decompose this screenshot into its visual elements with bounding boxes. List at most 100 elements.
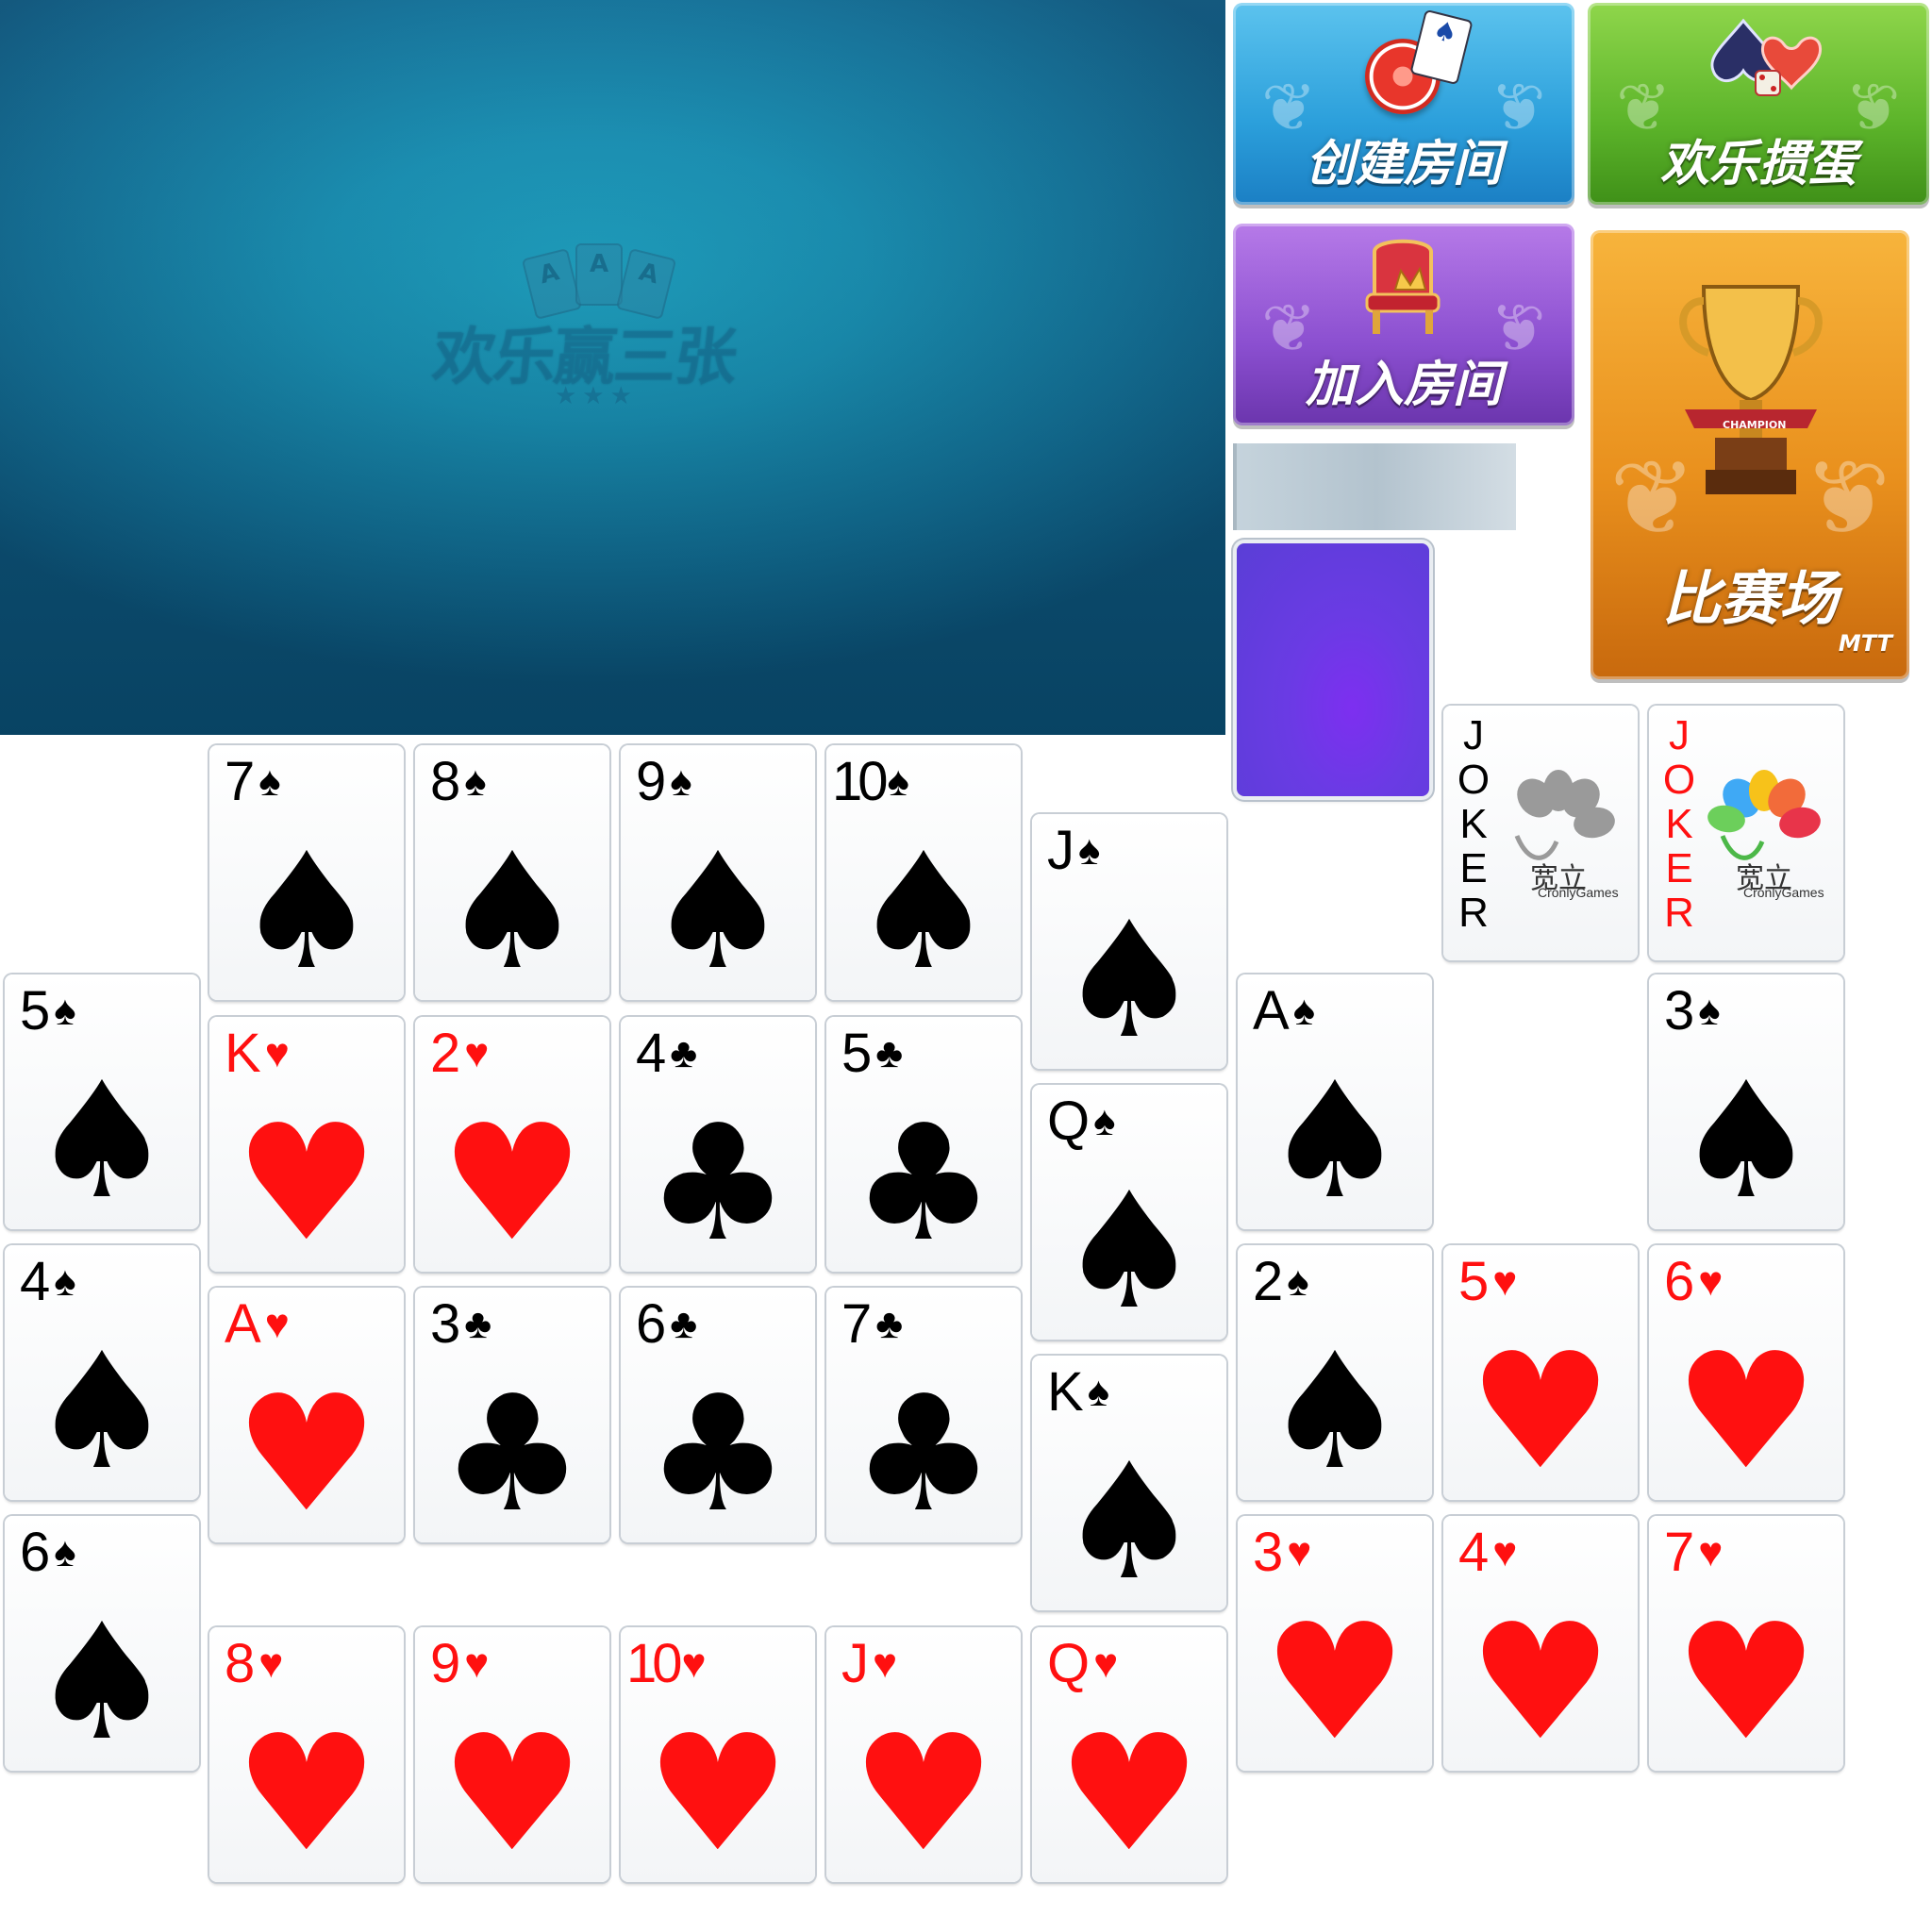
- card-rank: Q: [1047, 1091, 1091, 1152]
- playing-card-7-club[interactable]: 7 ♣ ♣: [826, 1288, 1021, 1542]
- spade-icon: ♠: [54, 1258, 76, 1305]
- card-index: A ♥: [225, 1291, 290, 1357]
- heart-icon: ♥: [264, 1030, 290, 1076]
- playing-card-7-heart[interactable]: 7 ♥ ♥: [1649, 1516, 1843, 1771]
- playing-card-9-heart[interactable]: 9 ♥ ♥: [415, 1627, 609, 1882]
- watermark-card: A: [575, 243, 623, 306]
- joker-letter: J: [1463, 712, 1484, 758]
- playing-card-4-heart[interactable]: 4 ♥ ♥: [1443, 1516, 1638, 1771]
- heart-icon: ♥: [1468, 1319, 1613, 1506]
- club-icon: ♣: [875, 1030, 904, 1076]
- playing-card-2-heart[interactable]: 2 ♥ ♥: [415, 1017, 609, 1272]
- playing-card-3-heart[interactable]: 3 ♥ ♥: [1238, 1516, 1432, 1771]
- joker-letter: K: [1459, 801, 1488, 847]
- joker-letter: E: [1459, 845, 1488, 891]
- brand-name-en: CronlyGames: [1743, 885, 1824, 900]
- card-index: Q ♠: [1047, 1089, 1116, 1155]
- club-icon: ♣: [851, 1091, 996, 1277]
- playing-card-a-heart[interactable]: A ♥ ♥: [209, 1288, 404, 1542]
- playing-card-9-spade[interactable]: 9 ♠ ♠: [621, 745, 815, 1000]
- joker-letters: J O K E R: [1455, 713, 1492, 935]
- playing-card-6-spade[interactable]: 6 ♠ ♠: [5, 1516, 199, 1771]
- playing-card-4-spade[interactable]: 4 ♠ ♠: [5, 1245, 199, 1500]
- joker-letter: R: [1458, 890, 1489, 936]
- playing-card-q-heart[interactable]: Q ♥ ♥: [1032, 1627, 1226, 1882]
- joker-letter: R: [1664, 890, 1694, 936]
- card-index: 2 ♠: [1253, 1249, 1309, 1315]
- club-icon: ♣: [440, 1361, 585, 1548]
- heart-icon: ♥: [1674, 1590, 1819, 1776]
- card-rank: J: [841, 1633, 869, 1694]
- spade-icon: ♠: [1057, 888, 1202, 1074]
- card-index: 8 ♠: [430, 749, 487, 815]
- spade-icon: ♠: [440, 819, 585, 1006]
- spade-icon: ♠: [54, 1529, 76, 1575]
- heart-icon: ♥: [1698, 1258, 1724, 1305]
- playing-card-k-heart[interactable]: K ♥ ♥: [209, 1017, 404, 1272]
- card-rank: 7: [1664, 1522, 1695, 1583]
- spade-icon: ♠: [1262, 1048, 1407, 1235]
- spade-heart-dice-icon: [1710, 18, 1823, 96]
- joker-letter: E: [1665, 845, 1693, 891]
- match-arena-button[interactable]: ❦ ❦ CHAMPION 比赛场 MTT: [1591, 230, 1909, 679]
- playing-card-2-spade[interactable]: 2 ♠ ♠: [1238, 1245, 1432, 1500]
- card-rank: 5: [841, 1023, 873, 1084]
- card-index: 7 ♠: [225, 749, 281, 815]
- card-rank: 5: [20, 980, 51, 1041]
- playing-card-10-spade[interactable]: 10 ♠ ♠: [826, 745, 1021, 1000]
- playing-card-q-spade[interactable]: Q ♠ ♠: [1032, 1085, 1226, 1340]
- heart-icon: ♥: [440, 1701, 585, 1888]
- playing-card-4-club[interactable]: 4 ♣ ♣: [621, 1017, 815, 1272]
- card-rank: 8: [430, 751, 461, 812]
- card-index: 6 ♣: [636, 1291, 697, 1357]
- playing-card-6-club[interactable]: 6 ♣ ♣: [621, 1288, 815, 1542]
- card-index: J ♠: [1047, 818, 1100, 884]
- spade-icon: ♠: [234, 819, 379, 1006]
- card-rank: J: [1047, 820, 1074, 881]
- card-index: 10 ♠: [832, 749, 909, 815]
- card-index: 6 ♠: [20, 1520, 76, 1586]
- join-room-label: 加入房间: [1305, 357, 1502, 413]
- card-index: Q ♥: [1047, 1631, 1118, 1697]
- playing-card-a-spade[interactable]: A ♠ ♠: [1238, 974, 1432, 1229]
- card-rank: 2: [1253, 1251, 1284, 1312]
- playing-card-j-heart[interactable]: J ♥ ♥: [826, 1627, 1021, 1882]
- card-rank: 9: [636, 751, 667, 812]
- join-room-button[interactable]: ❦ ❦ 加入房间: [1233, 224, 1574, 425]
- card-index: 7 ♣: [841, 1291, 903, 1357]
- playing-card-6-heart[interactable]: 6 ♥ ♥: [1649, 1245, 1843, 1500]
- joker-card-red[interactable]: J O K E R 宽立 CronlyGames: [1649, 706, 1843, 960]
- heart-icon: ♥: [1468, 1590, 1613, 1776]
- spade-icon: ♠: [258, 758, 281, 805]
- card-rank: 2: [430, 1023, 461, 1084]
- heart-icon: ♥: [1698, 1529, 1724, 1575]
- playing-card-5-heart[interactable]: 5 ♥ ♥: [1443, 1245, 1638, 1500]
- playing-card-j-spade[interactable]: J ♠ ♠: [1032, 814, 1226, 1069]
- playing-card-3-spade[interactable]: 3 ♠ ♠: [1649, 974, 1843, 1229]
- joker-card-black[interactable]: J O K E R 宽立 CronlyGames: [1443, 706, 1638, 960]
- playing-card-8-heart[interactable]: 8 ♥ ♥: [209, 1627, 404, 1882]
- card-index: 9 ♥: [430, 1631, 489, 1697]
- card-rank: A: [1253, 980, 1290, 1041]
- card-rank: 4: [20, 1251, 51, 1312]
- spade-icon: ♠: [1292, 988, 1316, 1034]
- card-index: 5 ♠: [20, 978, 76, 1044]
- mtt-badge: MTT: [1838, 630, 1892, 657]
- spade-icon: ♠: [464, 758, 487, 805]
- card-index: K ♠: [1047, 1359, 1109, 1425]
- playing-card-k-spade[interactable]: K ♠ ♠: [1032, 1356, 1226, 1610]
- playing-card-5-spade[interactable]: 5 ♠ ♠: [5, 974, 199, 1229]
- happy-guandan-button[interactable]: ❦ ❦ 欢乐掼蛋: [1588, 3, 1929, 205]
- playing-card-7-spade[interactable]: 7 ♠ ♠: [209, 745, 404, 1000]
- playing-card-10-heart[interactable]: 10 ♥ ♥: [621, 1627, 815, 1882]
- heart-icon: ♥: [873, 1641, 898, 1687]
- spade-icon: ♠: [29, 1319, 175, 1506]
- spade-icon: ♠: [1262, 1319, 1407, 1506]
- playing-card-8-spade[interactable]: 8 ♠ ♠: [415, 745, 609, 1000]
- card-index: 3 ♠: [1664, 978, 1721, 1044]
- playing-card-3-club[interactable]: 3 ♣ ♣: [415, 1288, 609, 1542]
- create-room-button[interactable]: ❦ ❦ ♠ 创建房间: [1233, 3, 1574, 205]
- playing-card-5-club[interactable]: 5 ♣ ♣: [826, 1017, 1021, 1272]
- card-index: A ♠: [1253, 978, 1315, 1044]
- card-rank: 9: [430, 1633, 461, 1694]
